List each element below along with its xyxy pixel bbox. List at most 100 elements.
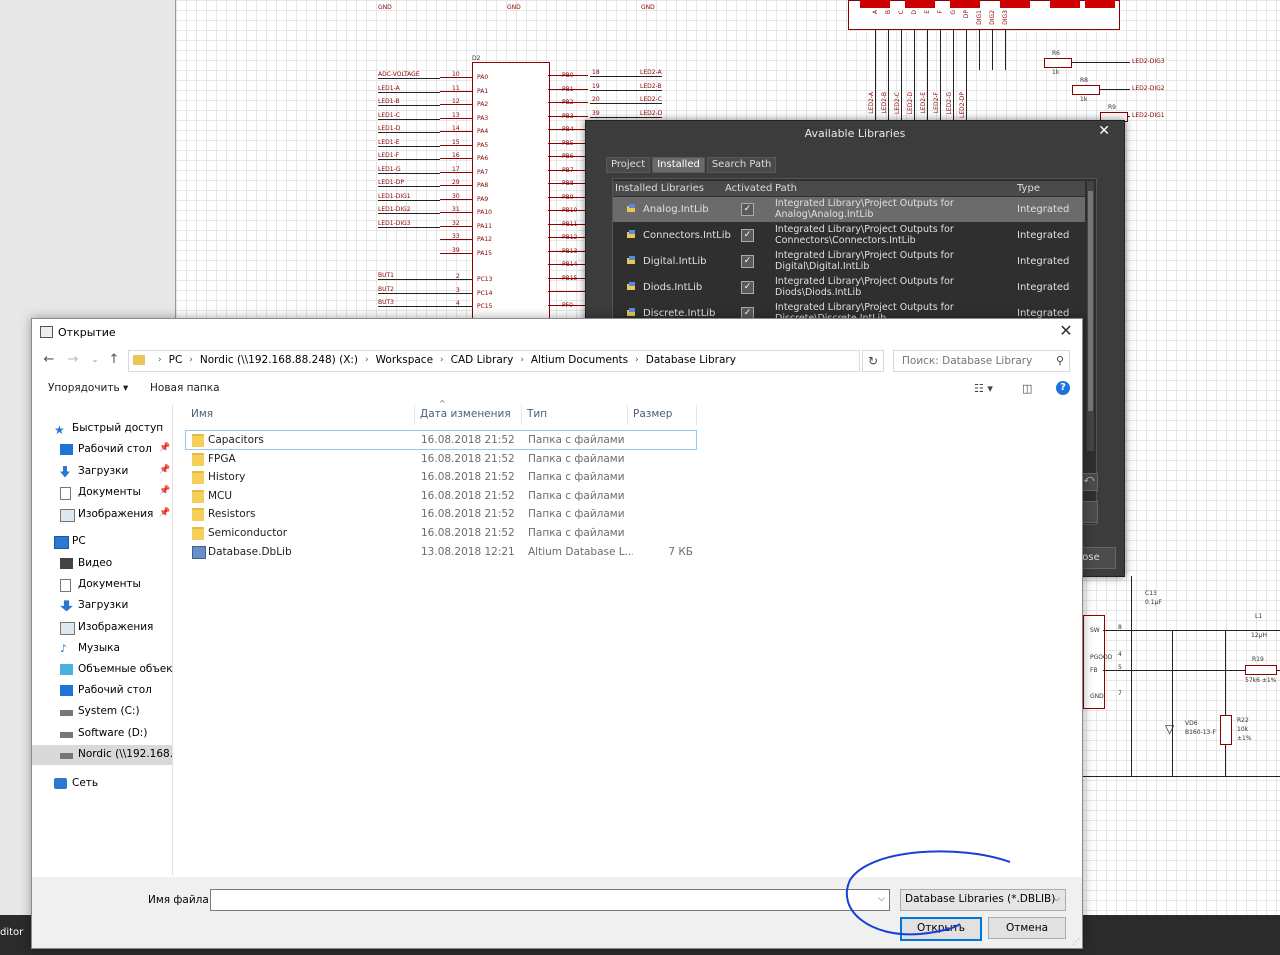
recent-locations-chevron-icon[interactable]: ⌄ bbox=[86, 351, 104, 369]
chevron-right-icon[interactable]: › bbox=[365, 355, 369, 365]
nav-quick-1[interactable]: Загрузки 📌 bbox=[32, 462, 172, 482]
file-row[interactable]: Resistors 16.08.2018 21:52 Папка с файлами bbox=[186, 505, 696, 523]
preview-pane-icon[interactable]: ◫ bbox=[1022, 382, 1032, 395]
nav-network[interactable]: Сеть bbox=[32, 774, 172, 794]
dialog-titlebar[interactable]: Открытие ✕ bbox=[32, 319, 1082, 345]
breadcrumb-item[interactable]: Database Library bbox=[646, 354, 736, 366]
nav-pc-item-2[interactable]: Загрузки bbox=[32, 596, 172, 616]
resistor[interactable] bbox=[1245, 665, 1277, 675]
inductor-value: 12µH bbox=[1251, 632, 1267, 639]
nav-pc-item-0[interactable]: Видео bbox=[32, 554, 172, 574]
nav-pc-item-5[interactable]: Объемные объекты bbox=[32, 660, 172, 680]
wire bbox=[590, 89, 662, 91]
col-type[interactable]: Type bbox=[1017, 183, 1040, 194]
cancel-button[interactable]: Отмена bbox=[988, 917, 1066, 939]
refresh-icon[interactable]: ↻ bbox=[862, 350, 884, 372]
nav-quick-0[interactable]: Рабочий стол 📌 bbox=[32, 440, 172, 460]
chevron-right-icon[interactable]: › bbox=[635, 355, 639, 365]
nav-pc-item-3[interactable]: Изображения bbox=[32, 618, 172, 638]
library-row[interactable]: Diods.IntLib ✓ Integrated Library\Project … bbox=[613, 275, 1085, 300]
scrollbar-thumb[interactable] bbox=[1088, 191, 1093, 411]
activated-checkbox[interactable]: ✓ bbox=[741, 229, 754, 242]
file-row[interactable]: History 16.08.2018 21:52 Папка с файлами bbox=[186, 468, 696, 486]
file-row[interactable]: Semiconductor 16.08.2018 21:52 Папка с фай… bbox=[186, 524, 696, 542]
filename-input[interactable] bbox=[215, 893, 869, 907]
pin-line bbox=[440, 131, 472, 132]
library-row[interactable]: Connectors.IntLib ✓ Integrated Library\Pro… bbox=[613, 223, 1085, 248]
library-row[interactable]: Analog.IntLib ✓ Integrated Library\Project… bbox=[613, 197, 1085, 222]
help-icon[interactable]: ? bbox=[1056, 381, 1070, 395]
resize-grip-icon[interactable]: ⋰ bbox=[1072, 937, 1080, 946]
pin-icon[interactable]: 📌 bbox=[159, 508, 170, 518]
nav-pc-item-9[interactable]: Nordic (\\192.168.88.248) (X:) bbox=[32, 744, 172, 765]
activated-checkbox[interactable]: ✓ bbox=[741, 281, 754, 294]
tab-search-path[interactable]: Search Path bbox=[706, 157, 777, 173]
close-icon[interactable]: ✕ bbox=[1098, 123, 1110, 139]
filename-field[interactable]: ⌵ bbox=[210, 889, 890, 911]
file-row[interactable]: MCU 16.08.2018 21:52 Папка с файлами bbox=[186, 487, 696, 505]
nav-quick-access[interactable]: ★ Быстрый доступ bbox=[32, 419, 172, 439]
nav-quick-2[interactable]: Документы 📌 bbox=[32, 483, 172, 503]
activated-checkbox[interactable]: ✓ bbox=[741, 203, 754, 216]
pin-icon[interactable]: 📌 bbox=[159, 465, 170, 475]
organize-button[interactable]: Упорядочить ▾ bbox=[48, 382, 128, 394]
chip-pin-label: PA7 bbox=[477, 168, 489, 176]
taskbar-editor-label[interactable]: ditor bbox=[0, 927, 23, 938]
chevron-down-icon[interactable]: ⌵ bbox=[878, 894, 885, 904]
breadcrumb-item[interactable]: Workspace bbox=[376, 354, 433, 366]
nav-pc-item-8[interactable]: Software (D:) bbox=[32, 724, 172, 744]
col-path[interactable]: Path bbox=[775, 183, 797, 194]
view-options-icon[interactable]: ☷ ▾ bbox=[974, 382, 993, 395]
file-row[interactable]: Capacitors 16.08.2018 21:52 Папка с файлам… bbox=[185, 430, 697, 450]
library-scrollbar[interactable] bbox=[1087, 181, 1094, 451]
new-folder-button[interactable]: Новая папка bbox=[150, 382, 220, 394]
resistor[interactable] bbox=[1072, 85, 1100, 95]
resistor[interactable] bbox=[1044, 58, 1072, 68]
nav-pc[interactable]: PC bbox=[32, 532, 172, 552]
nav-pc-item-7[interactable]: System (C:) bbox=[32, 702, 172, 722]
file-type: Папка с файлами bbox=[528, 471, 625, 484]
col-type[interactable]: Тип bbox=[522, 405, 628, 425]
library-name: Diods.IntLib bbox=[643, 282, 703, 293]
forward-arrow-icon[interactable]: → bbox=[64, 351, 82, 369]
close-icon[interactable]: ✕ bbox=[1056, 321, 1076, 341]
nav-pc-item-4[interactable]: ♪ Музыка bbox=[32, 639, 172, 659]
resistor[interactable] bbox=[1220, 715, 1232, 745]
back-arrow-icon[interactable]: ← bbox=[40, 351, 58, 369]
wire bbox=[1172, 630, 1173, 776]
col-name[interactable]: Имя bbox=[186, 405, 415, 425]
file-type-select[interactable]: Database Libraries (*.DBLIB) ⌵ bbox=[900, 889, 1066, 911]
address-bar[interactable]: › PC › Nordic (\\192.168.88.248) (X:) › Works… bbox=[128, 350, 951, 372]
chevron-right-icon[interactable]: › bbox=[520, 355, 524, 365]
tab-project[interactable]: Project bbox=[606, 157, 651, 173]
activated-checkbox[interactable]: ✓ bbox=[741, 255, 754, 268]
chevron-right-icon[interactable]: › bbox=[158, 355, 162, 365]
breadcrumb-item[interactable]: CAD Library bbox=[451, 354, 514, 366]
chevron-right-icon[interactable]: › bbox=[189, 355, 193, 365]
pin-icon[interactable]: 📌 bbox=[159, 443, 170, 453]
breadcrumb-item[interactable]: Nordic (\\192.168.88.248) (X:) bbox=[200, 354, 358, 366]
up-arrow-icon[interactable]: ↑ bbox=[105, 351, 123, 369]
library-row[interactable]: Digital.IntLib ✓ Integrated Library\Projec… bbox=[613, 249, 1085, 274]
search-box[interactable]: ⚲ bbox=[893, 350, 1070, 372]
search-input[interactable] bbox=[900, 354, 1049, 368]
search-icon[interactable]: ⚲ bbox=[1056, 354, 1064, 367]
nav-pc-item-6[interactable]: Рабочий стол bbox=[32, 681, 172, 701]
nav-pc-item-1[interactable]: Документы bbox=[32, 575, 172, 595]
open-button[interactable]: Открыть bbox=[900, 917, 982, 941]
col-size[interactable]: Размер bbox=[628, 405, 697, 425]
breadcrumb-item[interactable]: Altium Documents bbox=[531, 354, 628, 366]
pin-icon[interactable]: 📌 bbox=[159, 486, 170, 496]
col-activated[interactable]: Activated bbox=[725, 183, 772, 194]
chevron-right-icon[interactable]: › bbox=[440, 355, 444, 365]
breadcrumb-item[interactable]: PC bbox=[169, 354, 183, 366]
chip-pin-number: 39 bbox=[592, 109, 600, 117]
wire bbox=[979, 30, 980, 70]
nav-quick-3[interactable]: Изображения 📌 bbox=[32, 505, 172, 525]
file-row[interactable]: Database.DbLib 13.08.2018 12:21 Altium Dat… bbox=[186, 543, 696, 561]
col-date[interactable]: Дата изменения bbox=[415, 405, 522, 425]
file-row[interactable]: FPGA 16.08.2018 21:52 Папка с файлами bbox=[186, 450, 696, 468]
col-installed-libraries[interactable]: Installed Libraries bbox=[615, 183, 704, 194]
nav-item-label: Загрузки bbox=[78, 599, 129, 612]
tab-installed[interactable]: Installed bbox=[652, 157, 705, 173]
